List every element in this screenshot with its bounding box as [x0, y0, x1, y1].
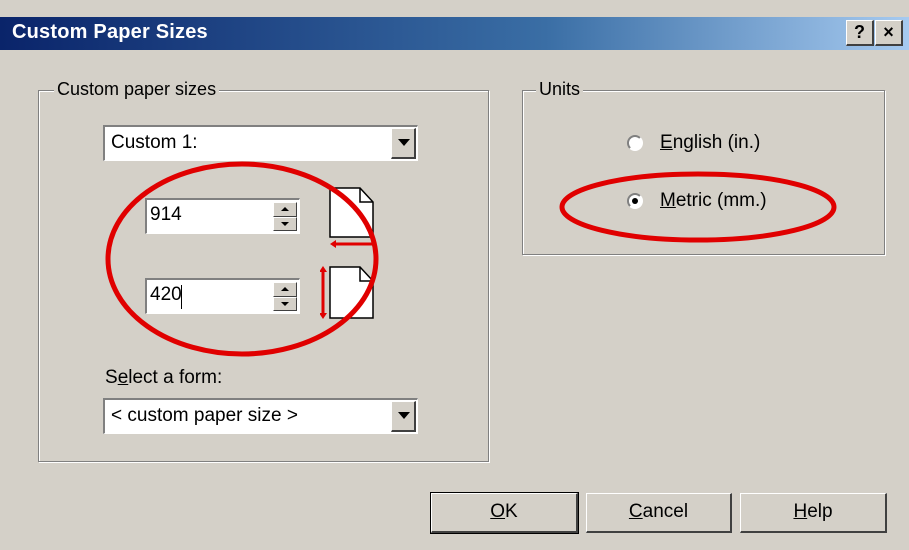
- metric-annotation-ellipse: [559, 171, 837, 243]
- annotation-overlay: [105, 161, 837, 357]
- dimensions-annotation-ellipse: [105, 161, 379, 357]
